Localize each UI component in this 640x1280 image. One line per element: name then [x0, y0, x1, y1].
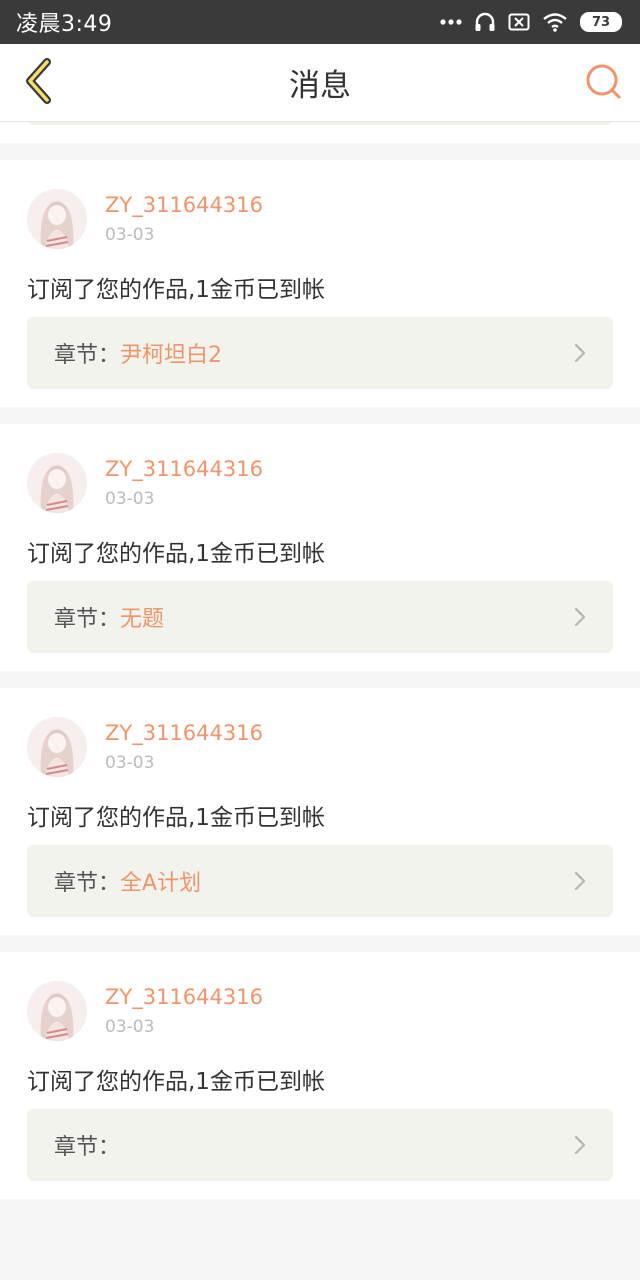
chevron-right-icon — [573, 607, 587, 627]
message-text: 订阅了您的作品,1金币已到帐 — [27, 805, 325, 831]
chapter-link[interactable]: 章节： 全A计划 — [27, 845, 613, 917]
status-bar: 凌晨3:49 73 — [0, 0, 640, 44]
chapter-prefix: 章节： — [54, 1135, 121, 1160]
search-button[interactable] — [580, 60, 626, 106]
message-text: 订阅了您的作品,1金币已到帐 — [27, 1069, 325, 1095]
chapter-link[interactable]: 章节： — [27, 1109, 613, 1181]
username-link[interactable]: ZY_311644316 — [105, 985, 263, 1009]
avatar[interactable] — [27, 189, 87, 249]
message-date: 03-03 — [105, 489, 155, 509]
chapter-link[interactable]: 章节： 无题 — [27, 581, 613, 653]
back-chevron-icon — [23, 58, 55, 108]
chapter-name: 无题 — [120, 607, 165, 632]
wifi-icon — [542, 12, 568, 32]
chevron-right-icon — [573, 1135, 587, 1155]
message-card: ZY_311644316 03-03 订阅了您的作品,1金币已到帐 章节： 全A计… — [0, 688, 640, 935]
avatar[interactable] — [27, 981, 87, 1041]
chapter-prefix: 章节： — [54, 343, 121, 368]
more-dots-icon — [440, 18, 462, 26]
sim-blocked-icon — [508, 13, 530, 31]
status-time: 凌晨3:49 — [16, 12, 113, 37]
page-title: 消息 — [289, 68, 351, 104]
chevron-right-icon — [573, 871, 587, 891]
headphones-icon — [474, 11, 496, 33]
message-date: 03-03 — [105, 225, 155, 245]
message-text: 订阅了您的作品,1金币已到帐 — [27, 277, 325, 303]
message-card: ZY_311644316 03-03 订阅了您的作品,1金币已到帐 章节： 尹柯坦… — [0, 160, 640, 407]
username-link[interactable]: ZY_311644316 — [105, 193, 263, 217]
screen: 凌晨3:49 73 消息 ZY_311644316 03-03 订阅了您的作品,… — [0, 0, 640, 1280]
avatar[interactable] — [27, 717, 87, 777]
message-card: ZY_311644316 03-03 订阅了您的作品,2金币已到帐 章节：话剧 — [0, 122, 640, 143]
username-link[interactable]: ZY_311644316 — [105, 721, 263, 745]
chevron-right-icon — [573, 343, 587, 363]
message-date: 03-03 — [105, 1017, 155, 1037]
chapter-name: 尹柯坦白2 — [120, 343, 223, 368]
chapter-prefix: 章节： — [54, 607, 121, 632]
message-list: ZY_311644316 03-03 订阅了您的作品,2金币已到帐 章节：话剧 … — [0, 122, 640, 1216]
chapter-link[interactable]: 章节：话剧 — [27, 122, 613, 125]
message-feed[interactable]: ZY_311644316 03-03 订阅了您的作品,2金币已到帐 章节：话剧 … — [0, 122, 640, 1280]
message-card: ZY_311644316 03-03 订阅了您的作品,1金币已到帐 章节： 无题 — [0, 424, 640, 671]
message-card: ZY_311644316 03-03 订阅了您的作品,1金币已到帐 章节： — [0, 952, 640, 1199]
battery-icon: 73 — [580, 12, 622, 32]
chapter-link[interactable]: 章节： 尹柯坦白2 — [27, 317, 613, 389]
avatar[interactable] — [27, 453, 87, 513]
chapter-prefix: 章节： — [54, 871, 121, 896]
message-date: 03-03 — [105, 753, 155, 773]
status-icons: 73 — [440, 11, 622, 33]
search-icon — [584, 62, 622, 104]
back-button[interactable] — [14, 58, 64, 108]
chapter-name: 全A计划 — [120, 871, 202, 896]
username-link[interactable]: ZY_311644316 — [105, 457, 263, 481]
message-text: 订阅了您的作品,1金币已到帐 — [27, 541, 325, 567]
nav-bar: 消息 — [0, 44, 640, 122]
